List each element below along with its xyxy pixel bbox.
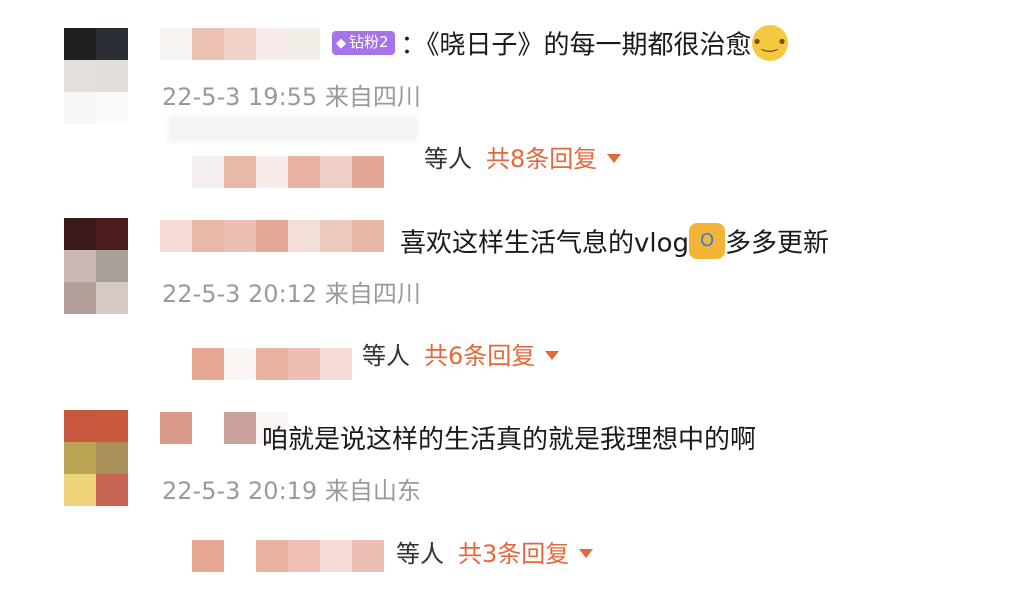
comment-text-row: 咱就是说这样的生活真的就是我理想中的啊	[262, 424, 756, 456]
comment-text: 咱就是说这样的生活真的就是我理想中的啊	[262, 425, 757, 455]
comment-meta: 22-5-3 20:19 来自山东	[162, 476, 421, 506]
comment-item: 咱就是说这样的生活真的就是我理想中的啊 22-5-3 20:19 来自山东 等人…	[0, 0, 1024, 603]
location: 来自山东	[324, 477, 421, 505]
chevron-down-icon[interactable]	[579, 548, 594, 558]
avatar[interactable]	[64, 410, 128, 506]
replies-users-suffix: 等人	[396, 540, 444, 568]
replies-count-link[interactable]: 共3条回复	[458, 540, 569, 568]
timestamp: 22-5-3 20:19	[162, 477, 318, 505]
replies-row[interactable]: 等人 共3条回复	[396, 539, 594, 569]
reply-users-redacted	[192, 540, 384, 572]
